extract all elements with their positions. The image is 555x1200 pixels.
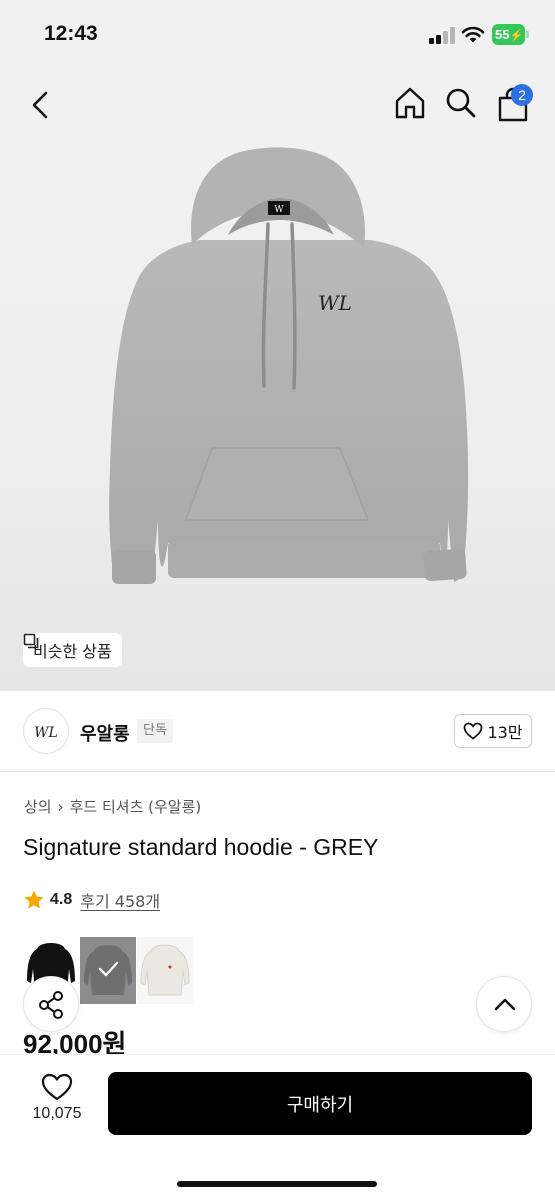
nav-bar: 2 bbox=[0, 70, 555, 140]
brand-row: WL 우알롱 단독 13만 bbox=[0, 690, 555, 772]
brand-name[interactable]: 우알롱 bbox=[80, 720, 130, 746]
wishlist-button[interactable]: 10,075 bbox=[18, 1073, 96, 1145]
exclusive-badge: 단독 bbox=[137, 719, 173, 743]
status-time: 12:43 bbox=[44, 22, 98, 45]
cart-badge: 2 bbox=[511, 84, 533, 106]
chevron-right-icon: › bbox=[57, 797, 64, 816]
hoodie-image: W WL bbox=[109, 147, 469, 584]
brand-like-count: 13만 bbox=[487, 723, 523, 742]
similar-products-label: 비슷한 상품 bbox=[33, 642, 112, 661]
search-icon[interactable] bbox=[443, 84, 479, 122]
product-title: Signature standard hoodie - GREY bbox=[23, 834, 379, 860]
buy-button[interactable]: 구매하기 bbox=[108, 1072, 532, 1135]
brand-logo[interactable]: WL bbox=[23, 708, 69, 754]
heart-icon bbox=[464, 722, 483, 740]
signal-icon bbox=[429, 27, 455, 44]
home-indicator bbox=[177, 1181, 377, 1187]
heart-icon bbox=[41, 1073, 73, 1101]
battery-icon: 55⚡ bbox=[492, 24, 530, 45]
back-icon[interactable] bbox=[26, 88, 56, 122]
color-option-grey[interactable] bbox=[80, 937, 136, 1004]
similar-products-button[interactable]: 비슷한 상품 bbox=[23, 633, 122, 667]
cart-button[interactable]: 2 bbox=[494, 84, 534, 124]
hoodie-grey-thumb bbox=[84, 945, 132, 995]
svg-text:WL: WL bbox=[34, 725, 58, 741]
wishlist-count: 10,075 bbox=[32, 1105, 82, 1122]
share-icon bbox=[39, 991, 63, 1019]
bottom-bar: 10,075 구매하기 bbox=[0, 1054, 555, 1200]
share-button[interactable] bbox=[23, 976, 79, 1032]
star-icon bbox=[24, 890, 44, 909]
color-option-ivory[interactable] bbox=[137, 937, 193, 1004]
scroll-top-button[interactable] bbox=[476, 976, 532, 1032]
similar-icon bbox=[23, 633, 39, 649]
hoodie-ivory-thumb bbox=[140, 944, 190, 996]
svg-text:WL: WL bbox=[318, 291, 352, 315]
breadcrumb: 상의 › 후드 티셔츠 (우알롱) bbox=[24, 796, 201, 817]
breadcrumb-category[interactable]: 상의 bbox=[24, 796, 52, 817]
product-price: 92,000원 bbox=[23, 1029, 127, 1054]
svg-text:W: W bbox=[274, 205, 284, 215]
reviews-link[interactable]: 후기 458개 bbox=[80, 888, 160, 912]
status-bar: 12:43 55⚡ bbox=[0, 0, 555, 70]
brand-like-button[interactable]: 13만 bbox=[454, 714, 532, 748]
rating-value: 4.8 bbox=[50, 891, 73, 908]
battery-level: 55 bbox=[495, 27, 510, 42]
breadcrumb-subcategory[interactable]: 후드 티셔츠 (우알롱) bbox=[70, 796, 202, 817]
rating-row: 4.8 후기 458개 bbox=[23, 888, 160, 912]
wifi-icon bbox=[461, 26, 485, 43]
home-icon[interactable] bbox=[391, 84, 429, 122]
product-image[interactable]: W WL 비슷한 상품 bbox=[0, 140, 555, 691]
chevron-up-icon bbox=[494, 998, 516, 1011]
brand-logo-mark: WL bbox=[34, 725, 58, 741]
